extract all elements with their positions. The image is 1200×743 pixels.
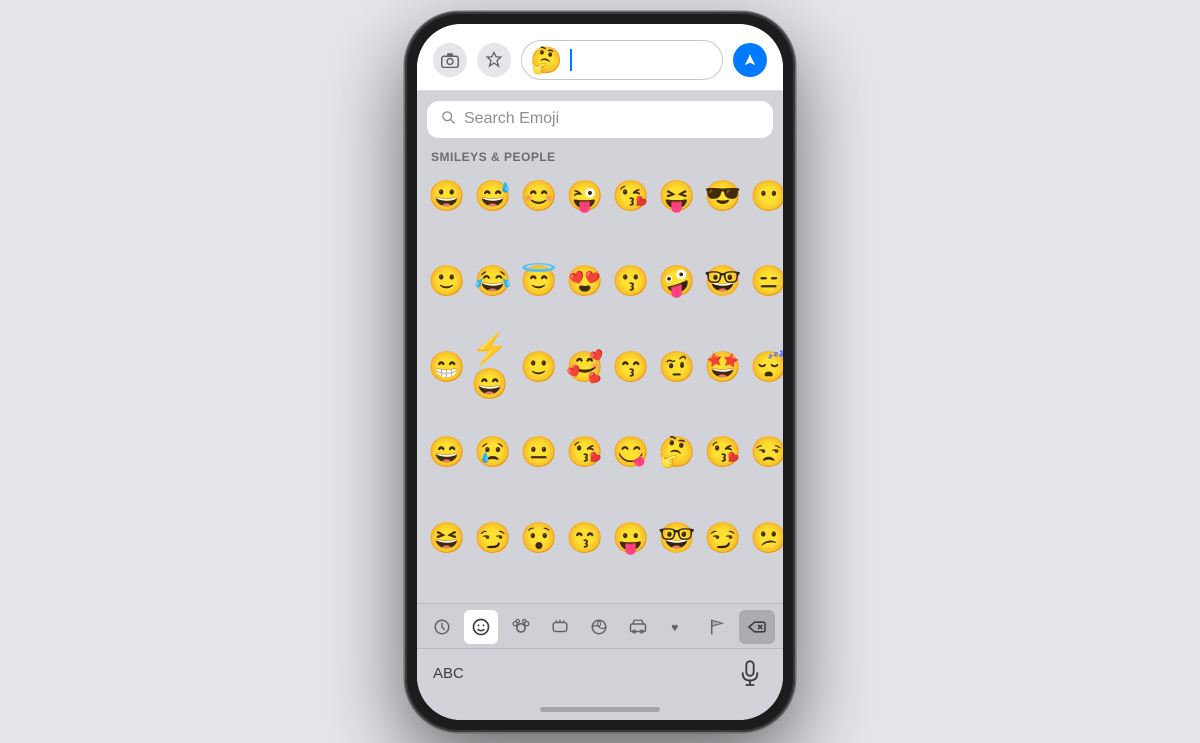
compose-input[interactable]: 🤔: [521, 40, 723, 80]
emoji-cell[interactable]: 😋: [609, 430, 653, 476]
send-icon: [741, 51, 759, 69]
emoji-cell[interactable]: 😑: [747, 259, 783, 305]
send-button[interactable]: [733, 43, 767, 77]
emoji-cell[interactable]: 😘: [701, 430, 745, 476]
flag-icon: [708, 618, 726, 636]
search-placeholder: Search Emoji: [464, 110, 559, 128]
car-icon: [629, 618, 647, 636]
emoji-cell[interactable]: 😍: [563, 259, 607, 305]
home-bar: [540, 707, 660, 712]
bottom-bar: ABC: [417, 648, 783, 701]
emoji-cell[interactable]: 🥰: [563, 344, 607, 390]
emoji-cell[interactable]: 😁: [425, 344, 469, 390]
emoji-cell[interactable]: 😅: [471, 174, 515, 220]
search-icon: [441, 110, 456, 129]
camera-button[interactable]: [433, 43, 467, 77]
emoji-cell[interactable]: 🤔: [655, 430, 699, 476]
emoji-cell[interactable]: 😀: [425, 174, 469, 220]
emoji-cell[interactable]: 🙂: [425, 259, 469, 305]
category-symbols[interactable]: ♥: [661, 610, 695, 644]
camera-icon: [441, 52, 459, 68]
emoji-cell[interactable]: 😛: [609, 515, 653, 561]
emoji-cell[interactable]: 🙂: [517, 344, 561, 390]
emoji-cell[interactable]: 😘: [563, 430, 607, 476]
appstore-icon: [485, 51, 503, 69]
emoji-cell[interactable]: 🤓: [701, 259, 745, 305]
text-cursor: [570, 49, 572, 71]
emoji-cell[interactable]: 😘: [609, 174, 653, 220]
emoji-cell[interactable]: 😆: [425, 515, 469, 561]
category-label: SMILEYS & PEOPLE: [417, 146, 783, 170]
emoji-cell[interactable]: 🤪: [655, 259, 699, 305]
abc-button[interactable]: ABC: [433, 665, 464, 682]
emoji-cell[interactable]: 😙: [609, 344, 653, 390]
category-recent[interactable]: [425, 610, 459, 644]
emoji-cell[interactable]: ⚡😄: [471, 344, 515, 390]
emoji-cell[interactable]: 😶: [747, 174, 783, 220]
emoji-cell[interactable]: 😏: [701, 515, 745, 561]
compose-emoji: 🤔: [530, 47, 562, 73]
category-travel[interactable]: [621, 610, 655, 644]
delete-icon: [747, 619, 767, 635]
phone-screen: 🤔 Search Emoji: [417, 24, 783, 720]
emoji-cell[interactable]: 😯: [517, 515, 561, 561]
emoji-cell[interactable]: 😎: [701, 174, 745, 220]
emoji-cell[interactable]: 🤓: [655, 515, 699, 561]
emoji-cell[interactable]: 😝: [655, 174, 699, 220]
ball-icon: [590, 618, 608, 636]
appstore-button[interactable]: [477, 43, 511, 77]
category-animals[interactable]: [504, 610, 538, 644]
emoji-keyboard: Search Emoji SMILEYS & PEOPLE 😀 😅 😊 😜 😘 …: [417, 91, 783, 720]
smiley-icon: [471, 617, 491, 637]
paw-icon: [511, 617, 531, 637]
clock-icon: [433, 618, 451, 636]
emoji-cell[interactable]: 😏: [471, 515, 515, 561]
emoji-cell[interactable]: 😄: [425, 430, 469, 476]
category-smileys[interactable]: [464, 610, 498, 644]
emoji-cell[interactable]: 😗: [609, 259, 653, 305]
symbols-icon: ♥: [669, 618, 687, 636]
emoji-cell[interactable]: 😢: [471, 430, 515, 476]
emoji-cell[interactable]: 😂: [471, 259, 515, 305]
food-icon: [551, 618, 569, 636]
emoji-cell[interactable]: 😜: [563, 174, 607, 220]
emoji-cell[interactable]: 😐: [517, 430, 561, 476]
emoji-search-bar[interactable]: Search Emoji: [427, 101, 773, 138]
emoji-cell[interactable]: 😙: [563, 515, 607, 561]
delete-button[interactable]: [739, 610, 775, 644]
home-indicator-area: [417, 701, 783, 720]
emoji-cell[interactable]: 😴: [747, 344, 783, 390]
mic-button[interactable]: [733, 657, 767, 691]
category-bar: ♥: [417, 603, 783, 648]
emoji-cell[interactable]: 😒: [747, 430, 783, 476]
category-food[interactable]: [543, 610, 577, 644]
emoji-cell[interactable]: 🤩: [701, 344, 745, 390]
category-activities[interactable]: [582, 610, 616, 644]
emoji-grid: 😀 😅 😊 😜 😘 😝 😎 😶 🙂 😂 😇 😍 😗 🤪 🤓 😑 😁: [417, 170, 783, 603]
emoji-cell[interactable]: 😕: [747, 515, 783, 561]
message-compose-area: 🤔: [417, 24, 783, 91]
phone-frame: 🤔 Search Emoji: [405, 12, 795, 732]
svg-text:♥: ♥: [671, 620, 678, 634]
emoji-cell[interactable]: 😇: [517, 259, 561, 305]
emoji-cell[interactable]: 😊: [517, 174, 561, 220]
mic-icon: [739, 660, 761, 688]
category-flags[interactable]: [700, 610, 734, 644]
emoji-cell[interactable]: 🤨: [655, 344, 699, 390]
